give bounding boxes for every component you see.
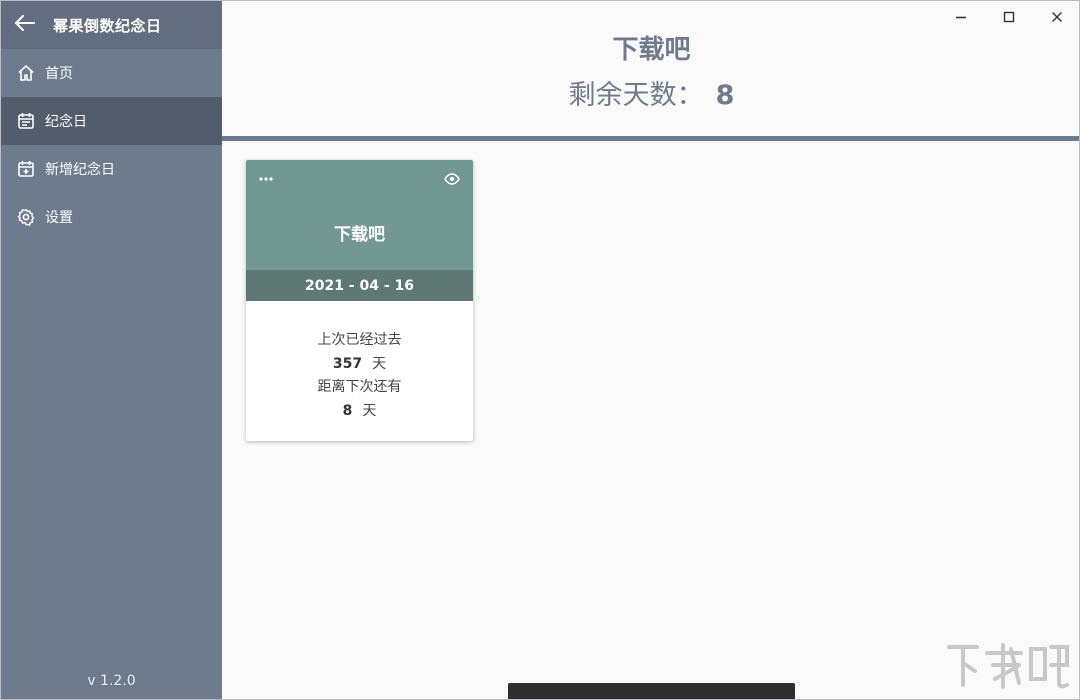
home-icon: [16, 63, 36, 83]
sidebar: 幂果倒数纪念日 首页 纪念日 新增纪念日 设置 v 1.2.0: [1, 1, 222, 699]
banner-remaining: 剩余天数： 8: [222, 73, 1079, 112]
next-days: 8: [342, 402, 353, 419]
passed-days: 357: [332, 355, 363, 372]
app-title: 幂果倒数纪念日: [53, 16, 162, 35]
maximize-icon: [1003, 8, 1015, 27]
next-row: 8天: [246, 400, 473, 424]
card-date: 2021 - 04 - 16: [246, 270, 473, 301]
next-label: 距离下次还有: [317, 379, 402, 395]
remaining-value: 8: [715, 80, 735, 111]
sidebar-item-label: 首页: [45, 66, 73, 82]
banner-title: 下载吧: [612, 35, 691, 65]
arrow-left-icon: [15, 15, 35, 35]
gear-icon: [16, 207, 36, 227]
eye-icon[interactable]: [443, 172, 461, 186]
minimize-button[interactable]: [937, 1, 985, 33]
header-divider: [222, 136, 1079, 141]
app-window: 幂果倒数纪念日 首页 纪念日 新增纪念日 设置 v 1.2.0 下载吧 剩余天数…: [0, 0, 1080, 700]
calendar-add-icon: [16, 159, 36, 179]
card-title: 下载吧: [334, 225, 385, 245]
main-area: 下载吧 剩余天数： 8 下载吧 2021 - 04 - 16 上次已经过去 35…: [222, 1, 1079, 699]
sidebar-item-label: 新增纪念日: [45, 162, 115, 178]
window-controls: [937, 1, 1079, 33]
passed-label: 上次已经过去: [317, 332, 402, 348]
sidebar-item-label: 纪念日: [45, 114, 87, 130]
maximize-button[interactable]: [985, 1, 1033, 33]
passed-row: 357 天: [246, 353, 473, 377]
more-options-icon[interactable]: [258, 172, 274, 186]
bottom-toast-bar: [508, 683, 795, 699]
card-header: 下载吧: [246, 160, 473, 270]
remaining-label: 剩余天数：: [568, 80, 704, 111]
card-body: 上次已经过去 357 天 距离下次还有 8天: [246, 301, 473, 423]
close-icon: [1051, 8, 1063, 27]
day-unit: 天: [372, 355, 387, 372]
anniversary-card[interactable]: 下载吧 2021 - 04 - 16 上次已经过去 357 天 距离下次还有 8天: [246, 160, 473, 441]
watermark-logo: [943, 639, 1073, 691]
sidebar-header: 幂果倒数纪念日: [1, 1, 222, 49]
version-label: v 1.2.0: [87, 673, 136, 689]
close-button[interactable]: [1033, 1, 1079, 33]
sidebar-item-home[interactable]: 首页: [1, 49, 222, 97]
day-unit: 天: [362, 402, 377, 419]
minimize-icon: [955, 8, 967, 27]
back-button[interactable]: [1, 1, 49, 49]
calendar-icon: [16, 111, 36, 131]
sidebar-item-settings[interactable]: 设置: [1, 193, 222, 241]
sidebar-item-add-anniversary[interactable]: 新增纪念日: [1, 145, 222, 193]
sidebar-item-label: 设置: [45, 210, 73, 226]
sidebar-item-anniversary[interactable]: 纪念日: [1, 97, 222, 145]
